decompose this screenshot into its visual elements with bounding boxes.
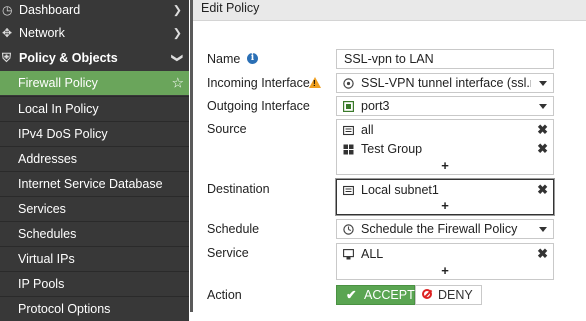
sidebar-item-internet-service-database[interactable]: Internet Service Database [0, 171, 189, 196]
incoming-interface-label: Incoming Interface [207, 76, 310, 90]
sidebar-item-label: Internet Service Database [18, 177, 163, 191]
incoming-interface-select[interactable]: SSL-VPN tunnel interface (ssl.roo [336, 73, 554, 93]
add-icon[interactable]: + [441, 198, 449, 213]
sidebar-item-addresses[interactable]: Addresses [0, 146, 189, 171]
name-input-value: SSL-vpn to LAN [344, 52, 434, 66]
name-label: Name [207, 52, 241, 66]
sidebar-item-label: Local In Policy [18, 102, 99, 116]
chevron-down-icon [539, 227, 547, 232]
name-input[interactable]: SSL-vpn to LAN [336, 49, 554, 69]
sidebar-item-firewall-policy[interactable]: Firewall Policy ☆ [0, 71, 189, 95]
vpn-tunnel-icon [343, 78, 354, 89]
sidebar-item-label: Policy & Objects [19, 51, 118, 65]
service-field[interactable]: ALL ✖ + [336, 243, 554, 280]
page-title: Edit Policy [201, 1, 260, 15]
destination-label: Destination [207, 182, 270, 196]
sidebar-item-label: Firewall Policy [18, 76, 98, 90]
service-label: Service [207, 246, 249, 260]
sidebar-item-protocol-options[interactable]: Protocol Options [0, 296, 189, 321]
shield-icon: ⛨ [2, 50, 12, 65]
accept-button[interactable]: ✔ ACCEPT [336, 285, 415, 305]
source-field[interactable]: all ✖ Test Group ✖ + [336, 119, 554, 175]
sidebar: ◷ Dashboard ❯ ✥ Network ❯ ⛨ Policy & Obj… [0, 0, 189, 321]
incoming-interface-value: SSL-VPN tunnel interface (ssl.roo [361, 76, 531, 90]
sidebar-item-schedules[interactable]: Schedules [0, 221, 189, 246]
chevron-down-icon [539, 104, 547, 109]
group-icon [343, 144, 354, 155]
warning-icon[interactable]: ! [309, 77, 321, 88]
chevron-right-icon: ❯ [172, 4, 182, 17]
address-icon [343, 185, 354, 196]
remove-icon[interactable]: ✖ [537, 182, 548, 198]
sidebar-item-label: IP Pools [18, 277, 65, 291]
star-icon[interactable]: ☆ [171, 75, 184, 92]
schedule-value: Schedule the Firewall Policy [361, 222, 518, 236]
sidebar-item-ipv4-dos-policy[interactable]: IPv4 DoS Policy [0, 121, 189, 146]
sidebar-item-local-in-policy[interactable]: Local In Policy [0, 96, 189, 121]
deny-label: DENY [438, 288, 473, 302]
destination-field[interactable]: Local subnet1 ✖ + [336, 179, 554, 215]
sidebar-item-virtual-ips[interactable]: Virtual IPs [0, 246, 189, 271]
add-icon[interactable]: + [441, 158, 449, 173]
network-icon: ✥ [2, 26, 13, 40]
source-label: Source [207, 122, 247, 136]
sidebar-item-label: Virtual IPs [18, 252, 75, 266]
sidebar-item-dashboard[interactable]: ◷ Dashboard ❯ [0, 0, 189, 20]
outgoing-interface-label: Outgoing Interface [207, 99, 310, 113]
remove-icon[interactable]: ✖ [537, 246, 548, 262]
deny-button[interactable]: DENY [415, 285, 482, 305]
edit-policy-panel: Edit Policy Name i SSL-vpn to LAN Incomi… [193, 0, 586, 312]
source-item: Test Group ✖ [337, 140, 553, 159]
sidebar-item-label: Network [19, 26, 65, 40]
sidebar-item-ip-pools[interactable]: IP Pools [0, 271, 189, 296]
accept-label: ACCEPT [364, 288, 415, 302]
sidebar-item-services[interactable]: Services [0, 196, 189, 221]
sidebar-item-label: Addresses [18, 152, 78, 166]
outgoing-interface-select[interactable]: port3 [336, 96, 554, 116]
schedule-label: Schedule [207, 222, 260, 236]
speedometer-icon: ◷ [2, 3, 13, 17]
schedule-select[interactable]: Schedule the Firewall Policy [336, 219, 554, 239]
outgoing-interface-value: port3 [361, 99, 390, 113]
info-icon[interactable]: i [247, 53, 258, 64]
remove-icon[interactable]: ✖ [537, 122, 548, 138]
sidebar-item-label: IPv4 DoS Policy [18, 127, 108, 141]
service-icon [343, 249, 354, 260]
schedule-icon [343, 224, 354, 235]
port-icon [343, 101, 354, 112]
title-bar: Edit Policy [193, 0, 586, 21]
sidebar-item-label: Schedules [18, 227, 77, 241]
remove-icon[interactable]: ✖ [537, 141, 548, 157]
action-label: Action [207, 288, 242, 302]
deny-icon [422, 289, 432, 299]
service-item: ALL ✖ [337, 245, 553, 264]
sidebar-item-label: Services [18, 202, 66, 216]
chevron-right-icon: ❯ [172, 27, 182, 40]
sidebar-item-label: Protocol Options [18, 302, 111, 316]
source-item: all ✖ [337, 121, 553, 140]
sidebar-item-network[interactable]: ✥ Network ❯ [0, 21, 189, 45]
chevron-down-icon [539, 81, 547, 86]
chevron-down-icon: ❯ [170, 53, 183, 63]
sidebar-item-label: Dashboard [19, 3, 81, 17]
checkmark-icon: ✔ [346, 288, 357, 302]
add-icon[interactable]: + [441, 263, 449, 278]
sidebar-item-policy-objects[interactable]: ⛨ Policy & Objects ❯ [0, 46, 189, 70]
address-icon [343, 125, 354, 136]
